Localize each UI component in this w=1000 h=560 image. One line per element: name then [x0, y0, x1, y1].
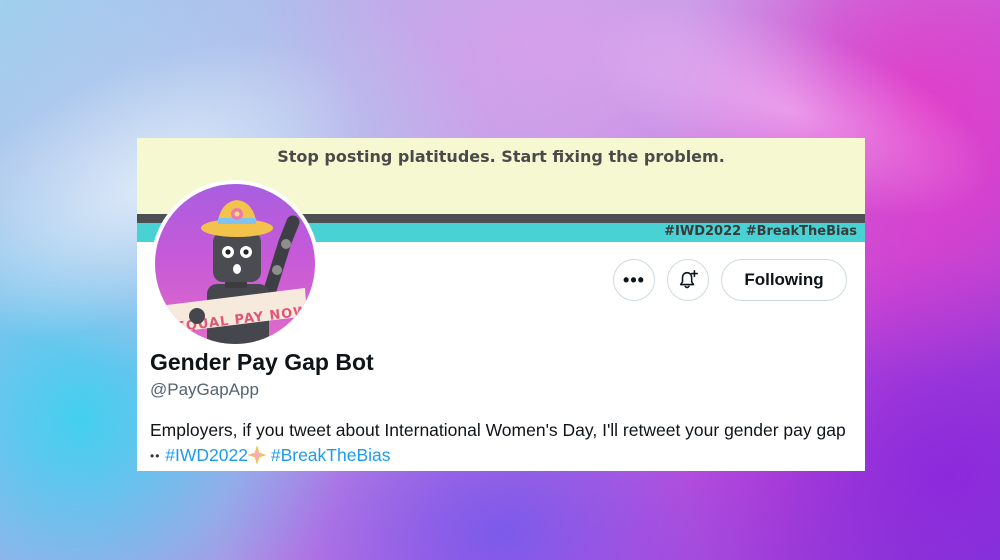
profile-bio: Employers, if you tweet about Internatio… [150, 418, 850, 469]
notifications-button[interactable] [667, 259, 709, 301]
hashtag-link-iwd2022[interactable]: #IWD2022 [165, 445, 248, 465]
ellipsis-icon: ••• [623, 269, 645, 290]
banner-headline: Stop posting platitudes. Start fixing th… [277, 147, 725, 166]
profile-handle: @PayGapApp [150, 380, 259, 399]
following-button[interactable]: Following [721, 259, 847, 301]
avatar[interactable]: EQUAL PAY NOW [151, 180, 319, 348]
bell-plus-icon [679, 270, 698, 289]
eyes-emoji-icon: •• [150, 449, 161, 463]
display-name: Gender Pay Gap Bot [150, 349, 374, 375]
profile-card: Stop posting platitudes. Start fixing th… [137, 138, 865, 471]
bio-text: Employers, if you tweet about Internatio… [150, 420, 846, 440]
sparkle-emoji-icon [246, 444, 268, 466]
more-options-button[interactable]: ••• [613, 259, 655, 301]
robot-avatar-illustration: EQUAL PAY NOW [155, 200, 309, 344]
hashtag-link-breakthebias[interactable]: #BreakTheBias [271, 445, 391, 465]
banner-hashtags: #IWD2022 #BreakTheBias [664, 224, 857, 239]
